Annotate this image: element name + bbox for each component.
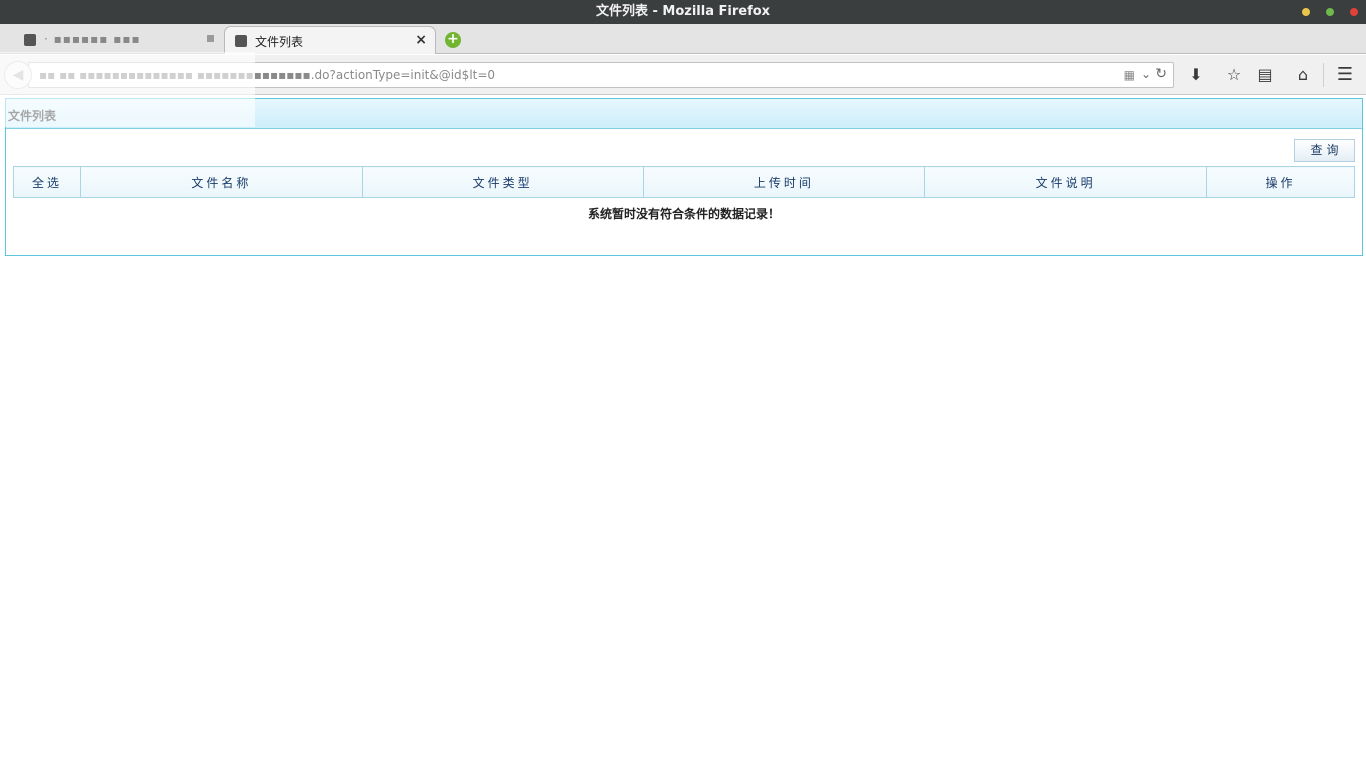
tab-favicon-icon [24, 34, 36, 46]
tab-label: 文件列表 [255, 35, 304, 49]
dropdown-icon[interactable]: ⌄ [1141, 67, 1151, 81]
browser-window: 文件列表 - Mozilla Firefox · ▪▪▪▪▪▪ ▪▪▪ 文件列表… [0, 0, 1366, 768]
tab-strip: · ▪▪▪▪▪▪ ▪▪▪ 文件列表 × [0, 24, 1366, 54]
file-description-header: 文件说明 [924, 166, 1208, 198]
menu-icon[interactable]: ☰ [1334, 64, 1356, 86]
back-icon[interactable]: ◀ [4, 61, 32, 89]
minimize-icon[interactable] [1302, 8, 1310, 16]
file-name-header: 文件名称 [79, 166, 363, 198]
operation-header: 操作 [1206, 166, 1355, 198]
file-table: 全选 文件名称 文件类型 上传时间 文件说明 操作 系统暂时没有符合条件的数据记… [13, 166, 1355, 230]
panel-header: 文件列表 [6, 99, 1362, 129]
new-tab-icon[interactable]: + [445, 32, 461, 48]
file-type-header: 文件类型 [361, 166, 644, 198]
url-bar[interactable]: ▪▪ ▪▪ ▪▪▪▪▪▪▪▪▪▪▪▪▪▪ ▪▪▪▪▪▪▪▪▪▪▪▪▪▪.do?a… [28, 62, 1174, 88]
toolbar-separator [1323, 63, 1324, 87]
window-title: 文件列表 - Mozilla Firefox [595, 4, 771, 19]
file-list-panel: 文件列表 查询 全选 文件名称 文件类型 上传时间 文件说明 操作 系统暂时没有… [5, 98, 1363, 256]
url-text: ▪▪ ▪▪ ▪▪▪▪▪▪▪▪▪▪▪▪▪▪ ▪▪▪▪▪▪▪▪▪▪▪▪▪▪.do?a… [39, 68, 496, 82]
reload-icon[interactable]: ↻ [1155, 66, 1167, 82]
tab-active[interactable]: 文件列表 × [224, 26, 436, 54]
table-header-row: 全选 文件名称 文件类型 上传时间 文件说明 操作 [13, 166, 1355, 198]
query-button[interactable]: 查询 [1294, 139, 1355, 162]
tab-close-icon[interactable] [207, 35, 214, 42]
tab-favicon-icon [235, 35, 247, 47]
download-icon[interactable]: ⬇ [1185, 64, 1207, 86]
home-icon[interactable]: ⌂ [1292, 64, 1314, 86]
bookmark-star-icon[interactable]: ☆ [1223, 64, 1245, 86]
tab-label: · ▪▪▪▪▪▪ ▪▪▪ [44, 32, 141, 46]
title-bar: 文件列表 - Mozilla Firefox [0, 0, 1366, 24]
table-row: 系统暂时没有符合条件的数据记录！ [14, 198, 1355, 230]
tab-inactive[interactable]: · ▪▪▪▪▪▪ ▪▪▪ [14, 26, 224, 54]
reading-list-icon[interactable]: ▤ [1254, 64, 1276, 86]
close-window-icon[interactable] [1350, 8, 1358, 16]
panel-title: 文件列表 [8, 109, 57, 123]
upload-time-header: 上传时间 [642, 166, 926, 198]
qr-code-icon[interactable]: ▦ [1124, 68, 1135, 82]
navigation-bar: ▪▪ ▪▪ ▪▪▪▪▪▪▪▪▪▪▪▪▪▪ ▪▪▪▪▪▪▪▪▪▪▪▪▪▪.do?a… [0, 55, 1366, 95]
select-all-header[interactable]: 全选 [13, 166, 81, 198]
empty-message: 系统暂时没有符合条件的数据记录！ [587, 207, 780, 222]
tab-close-icon[interactable]: × [415, 32, 427, 48]
maximize-icon[interactable] [1326, 8, 1334, 16]
